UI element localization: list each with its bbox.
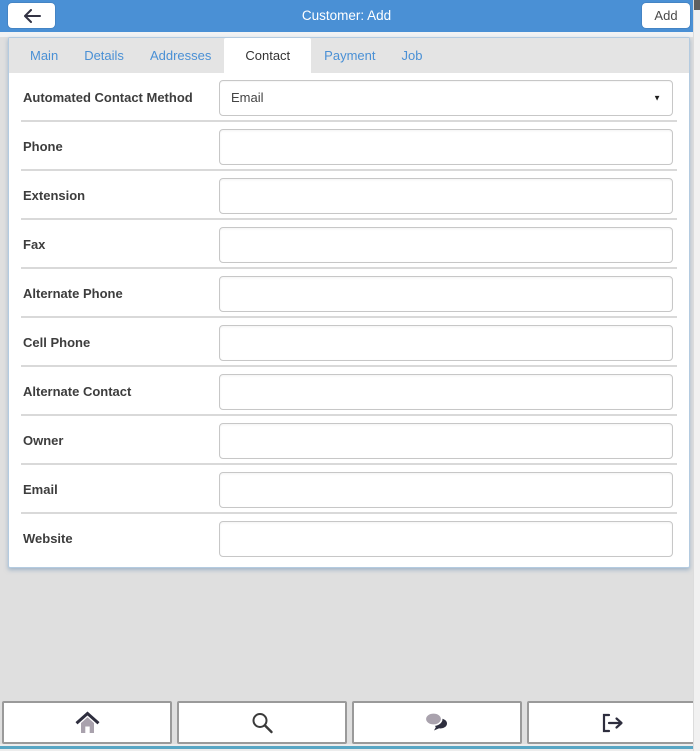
home-icon (75, 711, 99, 733)
tab-payment[interactable]: Payment (311, 38, 388, 73)
tab-details[interactable]: Details (71, 38, 137, 73)
back-arrow-icon (23, 8, 41, 23)
home-button[interactable] (2, 701, 172, 744)
scrollbar[interactable] (693, 0, 700, 751)
form-row-alternate-contact: Alternate Contact (9, 367, 689, 416)
scrollbar-thumb[interactable] (694, 0, 700, 10)
back-button[interactable] (8, 3, 55, 28)
alternate-contact-input[interactable] (219, 373, 673, 410)
field-label: Website (23, 531, 73, 546)
alternate-phone-input[interactable] (219, 275, 673, 312)
form-row-fax: Fax (9, 220, 689, 269)
form-row-website: Website (9, 514, 689, 563)
field-label: Alternate Phone (23, 286, 123, 301)
extension-input[interactable] (219, 177, 673, 214)
field-control (219, 128, 673, 165)
select-value: Email (231, 90, 264, 105)
tab-main[interactable]: Main (17, 38, 71, 73)
field-control (219, 471, 673, 508)
tab-job[interactable]: Job (388, 38, 435, 73)
email-input[interactable] (219, 471, 673, 508)
bottom-accent-line (0, 746, 700, 749)
field-label: Automated Contact Method (23, 90, 193, 105)
field-label: Phone (23, 139, 63, 154)
tab-bar: Main Details Addresses Contact Payment Job (9, 38, 689, 73)
field-control (219, 520, 673, 557)
search-button[interactable] (177, 701, 347, 744)
phone-input[interactable] (219, 128, 673, 165)
form-row-cell-phone: Cell Phone (9, 318, 689, 367)
field-control (219, 324, 673, 361)
owner-input[interactable] (219, 422, 673, 459)
field-control (219, 275, 673, 312)
search-icon (252, 712, 273, 733)
caret-down-icon: ▼ (653, 93, 661, 102)
field-label: Extension (23, 188, 86, 203)
tab-contact[interactable]: Contact (224, 38, 312, 73)
form-row-automated-contact-method: Automated Contact Method Email ▼ (9, 73, 689, 122)
form-row-email: Email (9, 465, 689, 514)
field-control (219, 226, 673, 263)
field-control (219, 422, 673, 459)
field-label: Fax (23, 237, 46, 252)
field-label: Alternate Contact (23, 384, 132, 399)
bottom-toolbar (2, 701, 697, 744)
website-input[interactable] (219, 520, 673, 557)
form-row-phone: Phone (9, 122, 689, 171)
add-button[interactable]: Add (642, 3, 690, 28)
fax-input[interactable] (219, 226, 673, 263)
cell-phone-input[interactable] (219, 324, 673, 361)
field-control (219, 373, 673, 410)
field-control: Email ▼ (219, 79, 673, 116)
chat-button[interactable] (352, 701, 522, 744)
field-label: Cell Phone (23, 335, 91, 350)
tab-addresses[interactable]: Addresses (137, 38, 224, 73)
form-row-owner: Owner (9, 416, 689, 465)
field-label: Email (23, 482, 58, 497)
field-control (219, 177, 673, 214)
logout-button[interactable] (527, 701, 697, 744)
chat-icon (424, 712, 447, 731)
customer-form-card: Main Details Addresses Contact Payment Job Au… (8, 37, 690, 568)
automated-contact-method-select[interactable]: Email ▼ (219, 79, 673, 116)
form-rows: Automated Contact Method Email ▼ Phone Exten… (9, 73, 689, 563)
form-row-alternate-phone: Alternate Phone (9, 269, 689, 318)
page-title: Customer: Add (301, 8, 392, 23)
top-bar: Customer: Add Add (0, 0, 693, 32)
form-row-extension: Extension (9, 171, 689, 220)
field-label: Owner (23, 433, 64, 448)
logout-icon (602, 713, 623, 732)
